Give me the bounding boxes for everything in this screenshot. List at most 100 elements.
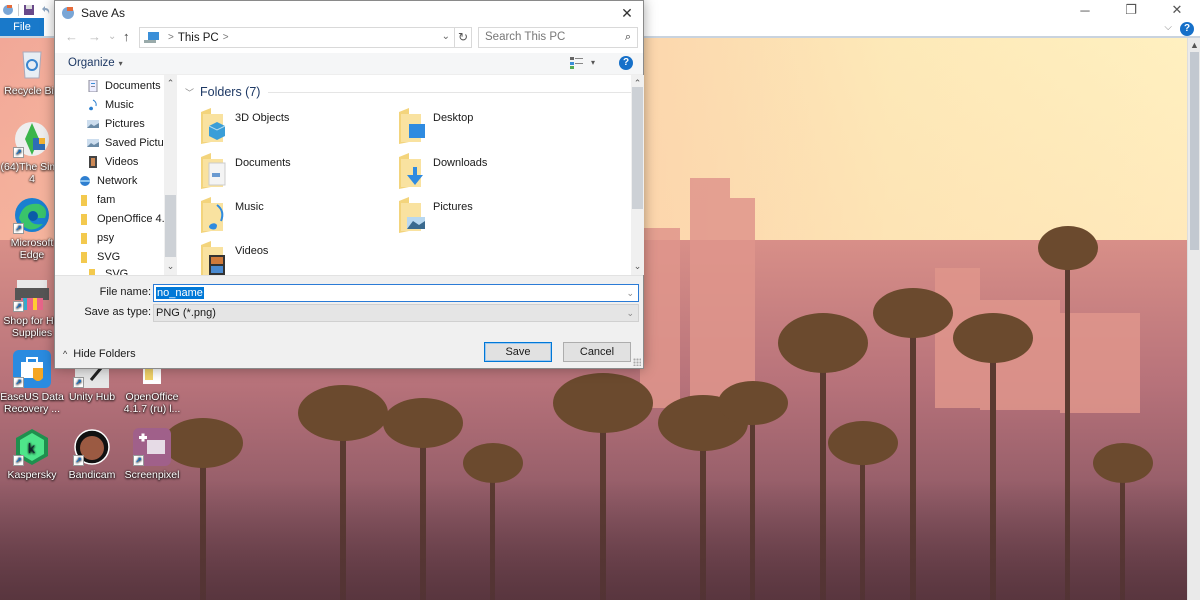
file-name-value[interactable]: no_name bbox=[156, 287, 204, 299]
nav-pane-scrollbar[interactable]: ⌃ ⌄ bbox=[164, 75, 177, 275]
help-icon[interactable]: ? bbox=[1180, 22, 1194, 36]
hide-folders-button[interactable]: ^ Hide Folders bbox=[63, 348, 136, 360]
folder-pictures[interactable]: Pictures bbox=[397, 197, 587, 239]
dialog-title: Save As bbox=[81, 6, 126, 20]
scroll-down-icon[interactable]: ⌄ bbox=[164, 261, 177, 272]
address-dropdown-icon[interactable]: ⌄ bbox=[442, 31, 450, 42]
folder-3d-objects[interactable]: 3D Objects bbox=[199, 108, 389, 150]
folder-icon bbox=[81, 195, 87, 206]
nav-item-label: Music bbox=[105, 99, 134, 111]
desktop-icon-label: Shop for HP Supplies bbox=[3, 315, 61, 339]
app-icon bbox=[3, 5, 13, 15]
view-options-dropdown[interactable]: ▾ bbox=[591, 58, 595, 67]
shortcut-arrow-icon: ↗ bbox=[13, 223, 24, 234]
change-view-icon[interactable] bbox=[570, 57, 584, 69]
desktop-icon-label: Bandicam bbox=[68, 469, 116, 481]
folder-label: 3D Objects bbox=[235, 112, 290, 124]
file-name-dropdown-icon[interactable]: ⌄ bbox=[626, 285, 634, 301]
forward-button[interactable]: → bbox=[88, 29, 101, 44]
resize-grip[interactable] bbox=[633, 358, 641, 366]
nav-item-network[interactable]: Network bbox=[79, 172, 137, 190]
nav-item-openoffice[interactable]: OpenOffice 4.1.7 bbox=[79, 210, 177, 228]
folder-label: Music bbox=[235, 201, 264, 213]
address-bar[interactable]: > This PC > ⌄ bbox=[139, 27, 455, 48]
scrollbar-thumb[interactable] bbox=[1190, 52, 1199, 250]
nav-item-label: Pictures bbox=[105, 118, 145, 130]
back-button[interactable]: ← bbox=[65, 29, 78, 44]
chevron-down-icon[interactable]: ﹀ bbox=[185, 86, 194, 99]
save-type-dropdown-icon[interactable]: ⌄ bbox=[626, 305, 634, 321]
organize-button[interactable]: Organize ▾ bbox=[68, 57, 123, 69]
desktop-icon bbox=[399, 108, 425, 144]
nav-item-label: Network bbox=[97, 175, 138, 187]
breadcrumb-this-pc[interactable]: This PC bbox=[178, 32, 219, 44]
save-type-select[interactable]: PNG (*.png) ⌄ bbox=[153, 304, 639, 322]
nav-item-fam[interactable]: fam bbox=[79, 191, 115, 209]
folder-music[interactable]: Music bbox=[199, 197, 389, 239]
nav-item-psy[interactable]: psy bbox=[79, 229, 114, 247]
save-icon[interactable] bbox=[23, 4, 35, 16]
folder-desktop[interactable]: Desktop bbox=[397, 108, 587, 150]
group-divider bbox=[268, 91, 631, 93]
pictures-icon bbox=[87, 120, 99, 128]
content-scrollbar[interactable]: ⌃ ⌄ bbox=[631, 75, 644, 275]
refresh-button[interactable]: ↻ bbox=[455, 27, 472, 48]
scroll-up-icon[interactable]: ⌃ bbox=[164, 78, 177, 89]
undo-icon[interactable] bbox=[39, 4, 51, 16]
close-button[interactable]: ✕ bbox=[1154, 0, 1200, 20]
up-button[interactable]: ↑ bbox=[123, 29, 130, 44]
network-icon bbox=[80, 176, 90, 186]
scrollbar-thumb[interactable] bbox=[165, 195, 176, 257]
desktop-icon-screenpixel[interactable]: ↗ Screenpixel bbox=[120, 428, 184, 481]
minimize-button[interactable]: ─ bbox=[1062, 0, 1108, 20]
nav-item-label: SVG bbox=[97, 251, 121, 263]
this-pc-icon bbox=[144, 31, 159, 43]
nav-item-pictures[interactable]: Pictures bbox=[87, 115, 145, 133]
kaspersky-icon: k ↗ bbox=[13, 428, 51, 466]
desktop-icon-bandicam[interactable]: ↗ Bandicam bbox=[60, 428, 124, 481]
group-header-folders[interactable]: ﹀ Folders (7) bbox=[185, 85, 631, 99]
folder-documents[interactable]: Documents bbox=[199, 153, 389, 195]
vertical-scrollbar[interactable]: ▲ bbox=[1187, 38, 1200, 600]
folder-icon bbox=[81, 252, 87, 263]
search-input[interactable]: Search This PC ⌕ bbox=[478, 27, 638, 48]
desktop-icon-label: OpenOffice 4.1.7 (ru) l... bbox=[123, 391, 181, 415]
folder-downloads[interactable]: Downloads bbox=[397, 153, 587, 195]
nav-item-label: Documents bbox=[105, 80, 161, 92]
dialog-titlebar[interactable]: Save As ✕ bbox=[55, 1, 643, 25]
folder-content-view: ﹀ Folders (7) 3D Objects Desktop Documen… bbox=[179, 75, 631, 277]
nav-item-music[interactable]: Music bbox=[87, 96, 134, 114]
close-button[interactable]: ✕ bbox=[617, 4, 637, 22]
nav-item-documents[interactable]: Documents bbox=[87, 77, 161, 95]
downloads-icon bbox=[399, 153, 423, 189]
bandicam-icon: ↗ bbox=[73, 428, 111, 466]
nav-item-svg-sub[interactable]: SVG bbox=[87, 265, 128, 275]
nav-item-svg[interactable]: SVG bbox=[79, 248, 120, 266]
documents-icon bbox=[201, 153, 226, 189]
file-tab[interactable]: File bbox=[0, 18, 44, 36]
breadcrumb-separator[interactable]: > bbox=[223, 32, 229, 43]
cancel-button[interactable]: Cancel bbox=[563, 342, 631, 362]
search-icon[interactable]: ⌕ bbox=[625, 28, 631, 47]
command-bar: Organize ▾ ▾ ? bbox=[55, 53, 643, 75]
edge-icon: ↗ bbox=[13, 196, 51, 234]
shortcut-arrow-icon: ↗ bbox=[73, 455, 84, 466]
collapse-ribbon-icon[interactable]: ⌵ bbox=[1164, 22, 1172, 33]
toolbar-separator bbox=[18, 4, 19, 16]
recent-locations-button[interactable]: ⌄ bbox=[108, 31, 116, 42]
nav-item-videos[interactable]: Videos bbox=[87, 153, 138, 171]
save-form: File name: no_name ⌄ Save as type: PNG (… bbox=[55, 275, 643, 368]
folder-label: Documents bbox=[235, 157, 291, 169]
file-name-input[interactable]: no_name ⌄ bbox=[153, 284, 639, 302]
scroll-up-icon[interactable]: ▲ bbox=[1188, 40, 1200, 50]
desktop-icon-label: Screenpixel bbox=[124, 469, 180, 481]
scroll-down-icon[interactable]: ⌄ bbox=[631, 261, 644, 272]
scrollbar-thumb[interactable] bbox=[632, 87, 643, 209]
restore-button[interactable]: ❐ bbox=[1108, 0, 1154, 20]
pictures-icon bbox=[87, 139, 99, 147]
help-button[interactable]: ? bbox=[619, 56, 633, 70]
desktop-icon-kaspersky[interactable]: k ↗ Kaspersky bbox=[0, 428, 64, 481]
pictures-icon bbox=[399, 197, 425, 233]
videos-icon bbox=[201, 241, 225, 277]
save-button[interactable]: Save bbox=[484, 342, 552, 362]
